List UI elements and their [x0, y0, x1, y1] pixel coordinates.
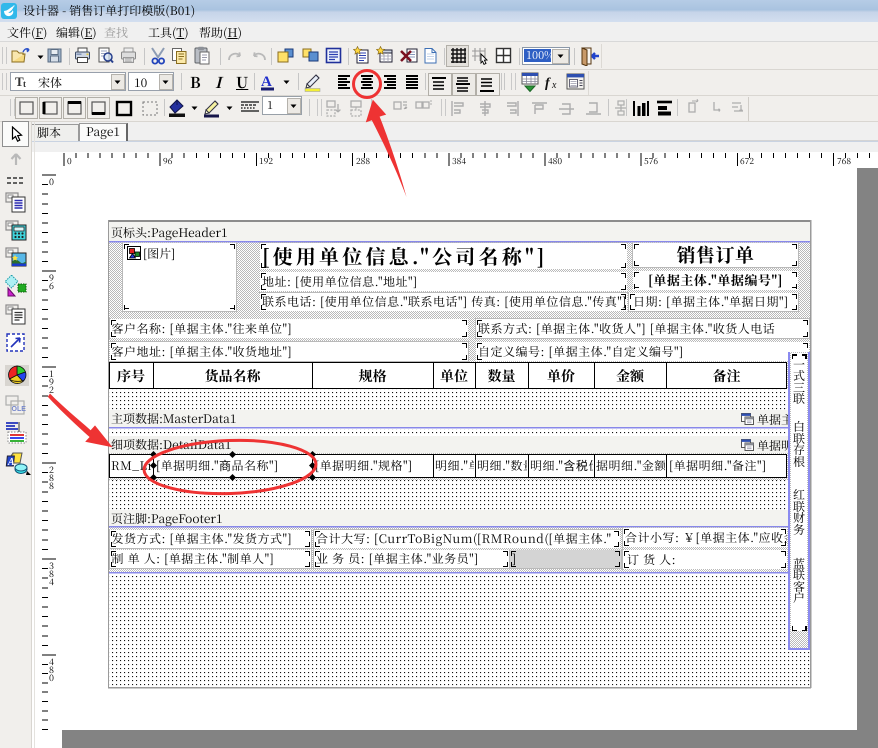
svg-text:t: t — [23, 79, 26, 88]
svg-text:0: 0 — [49, 175, 54, 188]
svg-text:f: f — [545, 76, 551, 91]
svg-text:96: 96 — [163, 155, 173, 167]
svg-text:672: 672 — [740, 155, 754, 167]
svg-text:384: 384 — [452, 155, 466, 167]
svg-text:8: 8 — [49, 479, 54, 492]
svg-text:A: A — [7, 457, 15, 468]
svg-text:768: 768 — [837, 155, 851, 167]
svg-text:0: 0 — [67, 155, 72, 167]
svg-text:480: 480 — [548, 155, 562, 167]
svg-text:576: 576 — [644, 155, 658, 167]
svg-text:6: 6 — [49, 279, 54, 292]
svg-text:0: 0 — [49, 671, 54, 684]
svg-text:OLE: OLE — [12, 406, 27, 413]
svg-text:288: 288 — [356, 155, 370, 167]
svg-text:2: 2 — [49, 383, 54, 396]
svg-text:192: 192 — [259, 155, 273, 167]
svg-text:x: x — [551, 80, 557, 91]
svg-text:4: 4 — [49, 575, 54, 588]
